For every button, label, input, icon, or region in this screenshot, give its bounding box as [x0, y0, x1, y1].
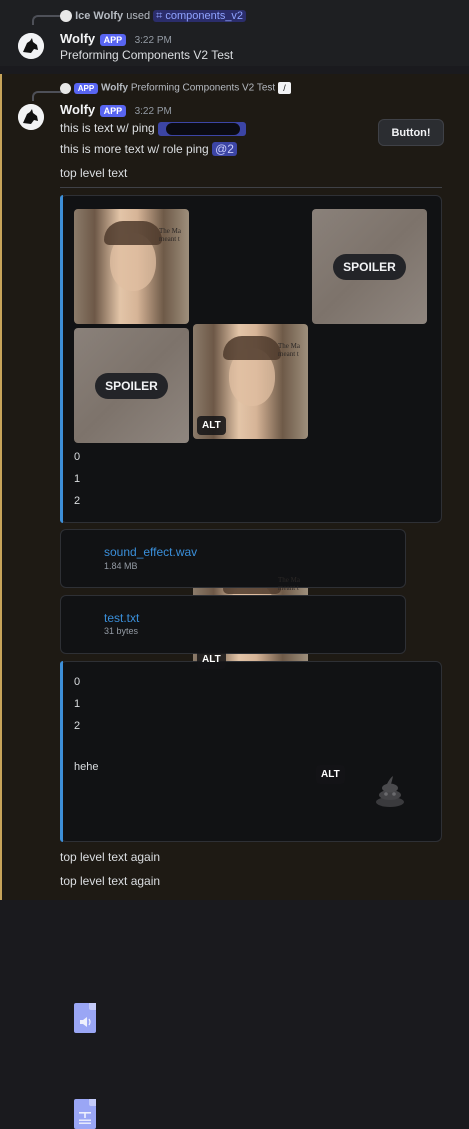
text-file-icon: [74, 1099, 96, 1129]
gallery-image-2[interactable]: The Ma meant t ALT: [193, 324, 308, 439]
spoiler-label[interactable]: SPOILER: [95, 372, 168, 399]
gallery-image-1[interactable]: The Ma meant t: [74, 209, 189, 324]
text-line-1: this is text w/ ping: [60, 121, 247, 136]
file-size: 1.84 MB: [104, 561, 138, 571]
text-line-2: this is more text w/ role ping @2: [60, 142, 237, 156]
message-1-text: Preforming Components V2 Test: [60, 48, 234, 62]
timestamp: 3:22 PM: [134, 106, 172, 117]
container-accent-bar: [60, 195, 63, 523]
wolf-avatar-icon: [18, 104, 44, 130]
section-footer-text: hehe: [74, 761, 99, 773]
bottom-text-2: top level text again: [60, 874, 161, 888]
reply-connector: [32, 15, 62, 25]
spoiler-label[interactable]: SPOILER: [333, 253, 406, 280]
alt-badge[interactable]: ALT: [197, 650, 226, 669]
caption-line-2: meant t: [159, 235, 180, 243]
reply-connector: [32, 91, 62, 101]
alt-badge[interactable]: ALT: [197, 416, 226, 435]
list-item: 2: [74, 495, 81, 507]
wolf-avatar-icon: [18, 33, 44, 59]
reply-preview[interactable]: APP Wolfy Preforming Components V2 Test …: [60, 82, 291, 94]
caption-line-2: meant t: [278, 350, 299, 358]
caption-line-2: meant t: [278, 584, 299, 592]
bot-mini-avatar-icon: [60, 82, 71, 94]
author-name[interactable]: Wolfy: [60, 102, 95, 117]
gallery-image-4-spoiler[interactable]: SPOILER: [74, 328, 189, 443]
command-name: components_v2: [165, 10, 244, 22]
list-item: 0: [74, 451, 81, 463]
section-container: [60, 661, 442, 842]
invoker-name[interactable]: Ice Wolfy: [75, 10, 123, 22]
alt-badge[interactable]: ALT: [316, 765, 345, 784]
reply-author: Wolfy: [101, 82, 129, 94]
command-mention[interactable]: ⌗ components_v2: [153, 10, 247, 22]
slash-command-icon: /: [277, 82, 291, 94]
bot-avatar[interactable]: [18, 33, 44, 59]
audio-file-icon: [74, 1003, 96, 1033]
list-item: 0: [74, 676, 81, 688]
text-line-1-content: this is text w/ ping: [60, 121, 155, 135]
user-avatar-icon: [60, 10, 72, 23]
used-label: used: [126, 10, 151, 22]
text-line-2-content: this is more text w/ role ping: [60, 142, 209, 156]
file-name-link[interactable]: test.txt: [104, 611, 139, 625]
app-badge: APP: [99, 105, 127, 117]
app-badge: APP: [73, 82, 99, 94]
image-caption: The Ma meant t: [159, 227, 181, 243]
gallery-image-3-spoiler[interactable]: SPOILER: [312, 209, 427, 324]
bottom-text-1: top level text again: [60, 850, 161, 864]
user-ping-redacted[interactable]: [158, 121, 247, 136]
file-size: 31 bytes: [104, 626, 139, 636]
list-item: 2: [74, 720, 81, 732]
action-button[interactable]: Button!: [378, 119, 444, 146]
interaction-header[interactable]: Ice Wolfy used ⌗ components_v2: [60, 10, 247, 23]
message-1: Ice Wolfy used ⌗ components_v2 Wolfy APP…: [0, 0, 469, 66]
bot-avatar[interactable]: [18, 104, 44, 130]
list-item: 1: [74, 473, 81, 485]
list-item: 1: [74, 698, 81, 710]
caption-line-1: The Ma: [278, 576, 300, 584]
timestamp: 3:22 PM: [134, 35, 172, 46]
caption-line-1: The Ma: [159, 227, 181, 235]
file-name-link[interactable]: sound_effect.wav: [104, 545, 197, 559]
separator: [60, 187, 442, 188]
image-caption: The Ma meant t: [278, 342, 300, 358]
message-1-header: Wolfy APP 3:22 PM: [60, 30, 172, 48]
poop-emoji-icon[interactable]: [370, 770, 410, 810]
text-line-3: top level text: [60, 166, 128, 180]
container-accent-bar: [60, 661, 63, 842]
caption-line-1: The Ma: [278, 342, 300, 350]
reply-text: Preforming Components V2 Test: [130, 82, 276, 94]
role-ping[interactable]: @2: [212, 142, 237, 156]
app-badge: APP: [99, 34, 127, 46]
author-name[interactable]: Wolfy: [60, 31, 95, 46]
image-caption: The Ma meant t: [278, 576, 300, 592]
message-2-header: Wolfy APP 3:22 PM: [60, 101, 172, 119]
